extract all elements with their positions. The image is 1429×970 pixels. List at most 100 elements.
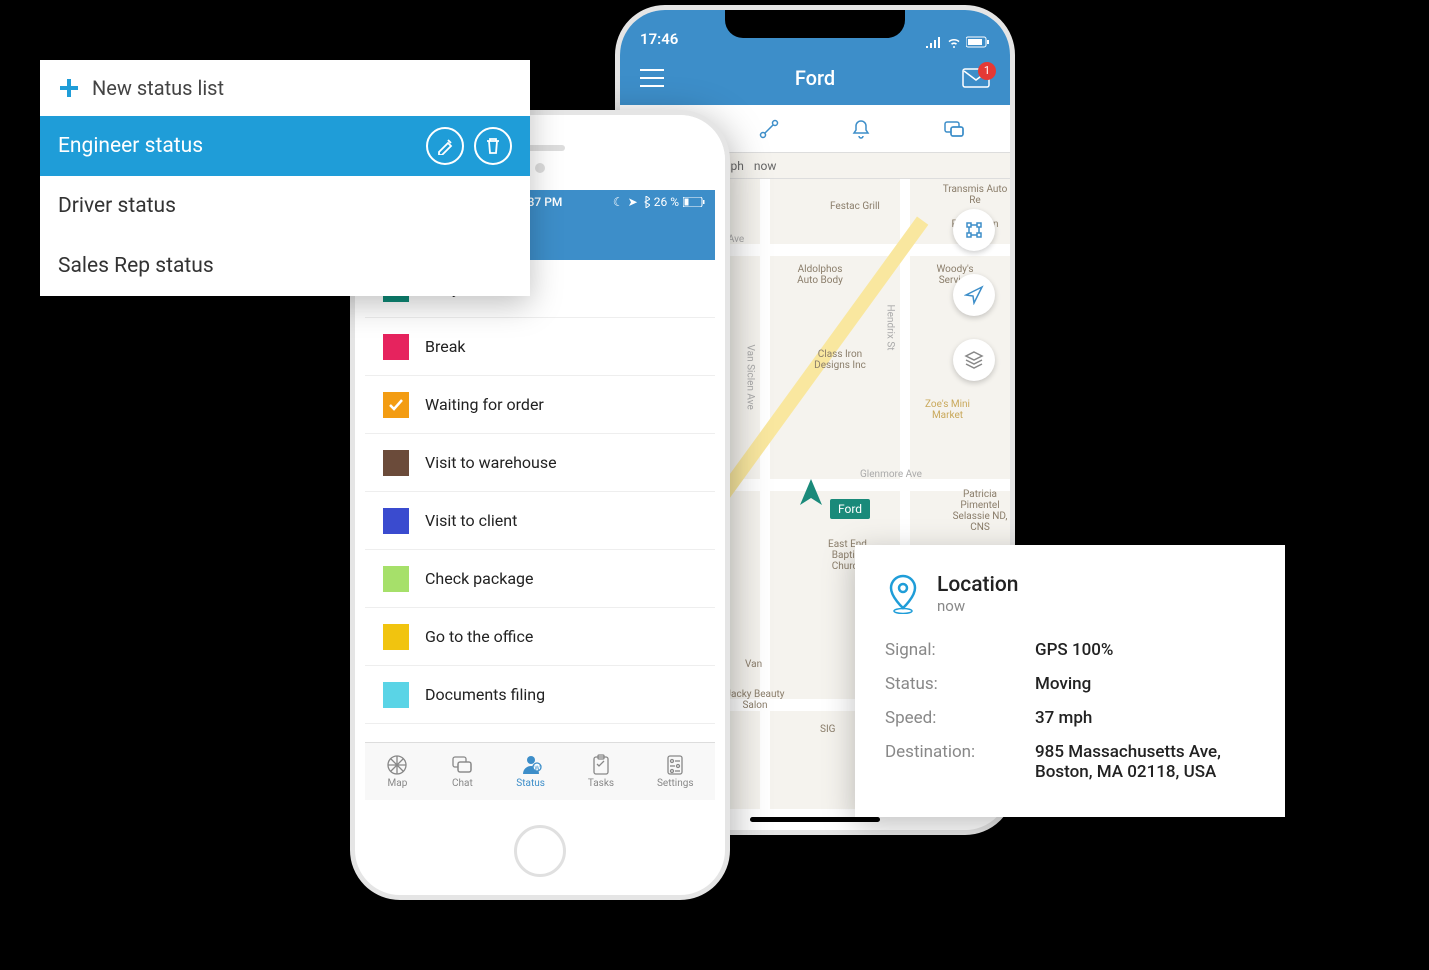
status-list-item-label: Engineer status bbox=[58, 134, 203, 158]
map-bounds-button[interactable] bbox=[953, 209, 995, 251]
tab-tasks[interactable]: Tasks bbox=[588, 754, 614, 789]
tab-bar: Map Chat W Status Tasks Settings bbox=[365, 742, 715, 800]
status-list-item-label: Driver status bbox=[58, 194, 176, 218]
status-color-swatch bbox=[383, 508, 409, 534]
location-pin-icon bbox=[885, 574, 921, 614]
svg-text:W: W bbox=[534, 765, 540, 772]
location-row: Status:Moving bbox=[885, 667, 1255, 701]
status-item-label: Waiting for order bbox=[425, 395, 544, 414]
chat-icon[interactable] bbox=[943, 118, 965, 140]
map-poi: Transmis Auto Re bbox=[940, 184, 1010, 206]
location-header: Location now bbox=[885, 573, 1255, 615]
bell-icon[interactable] bbox=[850, 118, 872, 140]
device-notch bbox=[725, 10, 905, 38]
map-poi: Van bbox=[745, 659, 762, 670]
location-row-value: 985 Massachusetts Ave, Boston, MA 02118,… bbox=[1035, 742, 1255, 782]
location-row-value: GPS 100% bbox=[1035, 640, 1255, 660]
map-poi: Festac Grill bbox=[830, 201, 880, 212]
wifi-icon bbox=[946, 36, 962, 48]
status-indicators bbox=[926, 36, 990, 48]
route-icon[interactable] bbox=[758, 118, 780, 140]
location-row-label: Status: bbox=[885, 674, 1035, 694]
map-poi: Jacky Beauty Salon bbox=[725, 689, 785, 711]
map-street-label: Glenmore Ave bbox=[860, 469, 922, 480]
nav-bar: Ford 1 bbox=[620, 50, 1010, 105]
status-list[interactable]: BusyBreakWaiting for orderVisit to wareh… bbox=[365, 260, 715, 724]
status-list-popup: New status list Engineer status Driver st… bbox=[40, 60, 530, 296]
status-item-label: Check package bbox=[425, 569, 534, 588]
location-title: Location bbox=[937, 573, 1019, 597]
status-item[interactable]: Documents filing bbox=[365, 666, 715, 724]
new-status-list-label: New status list bbox=[92, 76, 224, 100]
map-poi: Aldolphos Auto Body bbox=[790, 264, 850, 286]
row-actions bbox=[426, 127, 512, 165]
location-row-label: Signal: bbox=[885, 640, 1035, 660]
tab-settings[interactable]: Settings bbox=[657, 754, 694, 789]
map-poi: Zoe's Mini Market bbox=[920, 399, 975, 421]
status-item[interactable]: Visit to warehouse bbox=[365, 434, 715, 492]
status-color-swatch bbox=[383, 450, 409, 476]
location-row-value: Moving bbox=[1035, 674, 1255, 694]
status-item-label: Go to the office bbox=[425, 627, 533, 646]
status-color-swatch bbox=[383, 334, 409, 360]
mail-icon[interactable]: 1 bbox=[962, 68, 990, 88]
map-locate-button[interactable] bbox=[953, 274, 995, 316]
map-road bbox=[760, 179, 770, 809]
info-time: now bbox=[754, 159, 777, 173]
tab-label: Settings bbox=[657, 778, 694, 789]
battery-icon bbox=[966, 36, 990, 48]
status-color-swatch bbox=[383, 392, 409, 418]
map-street-label: Hendrix St bbox=[885, 305, 896, 351]
tab-label: Chat bbox=[452, 778, 473, 789]
mail-badge: 1 bbox=[978, 62, 996, 80]
tab-label: Tasks bbox=[588, 778, 614, 789]
status-item-label: Visit to warehouse bbox=[425, 453, 557, 472]
status-item[interactable]: Break bbox=[365, 318, 715, 376]
status-item-label: Documents filing bbox=[425, 685, 545, 704]
home-button[interactable] bbox=[514, 825, 566, 877]
home-indicator[interactable] bbox=[750, 817, 880, 822]
status-item[interactable]: Waiting for order bbox=[365, 376, 715, 434]
status-item[interactable]: Check package bbox=[365, 550, 715, 608]
location-row: Destination:985 Massachusetts Ave, Bosto… bbox=[885, 735, 1255, 789]
status-color-swatch bbox=[383, 624, 409, 650]
map-poi: SIG bbox=[820, 724, 835, 735]
tab-label: Map bbox=[388, 778, 408, 789]
device-camera bbox=[535, 163, 545, 173]
status-color-swatch bbox=[383, 682, 409, 708]
location-subtitle: now bbox=[937, 597, 1019, 615]
status-list-item[interactable]: Driver status bbox=[40, 176, 530, 236]
map-street-label: Van Siclen Ave bbox=[745, 345, 756, 410]
status-color-swatch bbox=[383, 566, 409, 592]
delete-button[interactable] bbox=[474, 127, 512, 165]
map-layers-button[interactable] bbox=[953, 339, 995, 381]
status-item-label: Visit to client bbox=[425, 511, 517, 530]
menu-icon[interactable] bbox=[640, 69, 664, 87]
signal-icon bbox=[926, 36, 942, 48]
tab-chat[interactable]: Chat bbox=[451, 754, 473, 789]
status-item-label: Break bbox=[425, 337, 466, 356]
status-item[interactable]: Go to the office bbox=[365, 608, 715, 666]
location-card: Location now Signal:GPS 100%Status:Movin… bbox=[855, 545, 1285, 817]
map-poi: Class Iron Designs Inc bbox=[810, 349, 870, 371]
status-list-item-label: Sales Rep status bbox=[58, 254, 214, 278]
tab-status[interactable]: W Status bbox=[516, 754, 545, 789]
tracker-label[interactable]: Ford bbox=[830, 499, 870, 519]
location-row: Speed:37 mph bbox=[885, 701, 1255, 735]
status-time: 17:46 bbox=[640, 30, 678, 48]
tab-label: Status bbox=[516, 778, 545, 789]
tracker-arrow-icon bbox=[800, 479, 822, 509]
map-poi: Patricia Pimentel Selassie ND, CNS bbox=[950, 489, 1010, 533]
edit-button[interactable] bbox=[426, 127, 464, 165]
location-row-label: Destination: bbox=[885, 742, 1035, 782]
status-item[interactable]: Visit to client bbox=[365, 492, 715, 550]
location-row-label: Speed: bbox=[885, 708, 1035, 728]
location-row: Signal:GPS 100% bbox=[885, 633, 1255, 667]
tab-map[interactable]: Map bbox=[386, 754, 408, 789]
location-row-value: 37 mph bbox=[1035, 708, 1255, 728]
status-list-item[interactable]: Engineer status bbox=[40, 116, 530, 176]
nav-title: Ford bbox=[620, 66, 1010, 90]
new-status-list-button[interactable]: New status list bbox=[40, 60, 530, 116]
plus-icon bbox=[58, 77, 80, 99]
status-list-item[interactable]: Sales Rep status bbox=[40, 236, 530, 296]
